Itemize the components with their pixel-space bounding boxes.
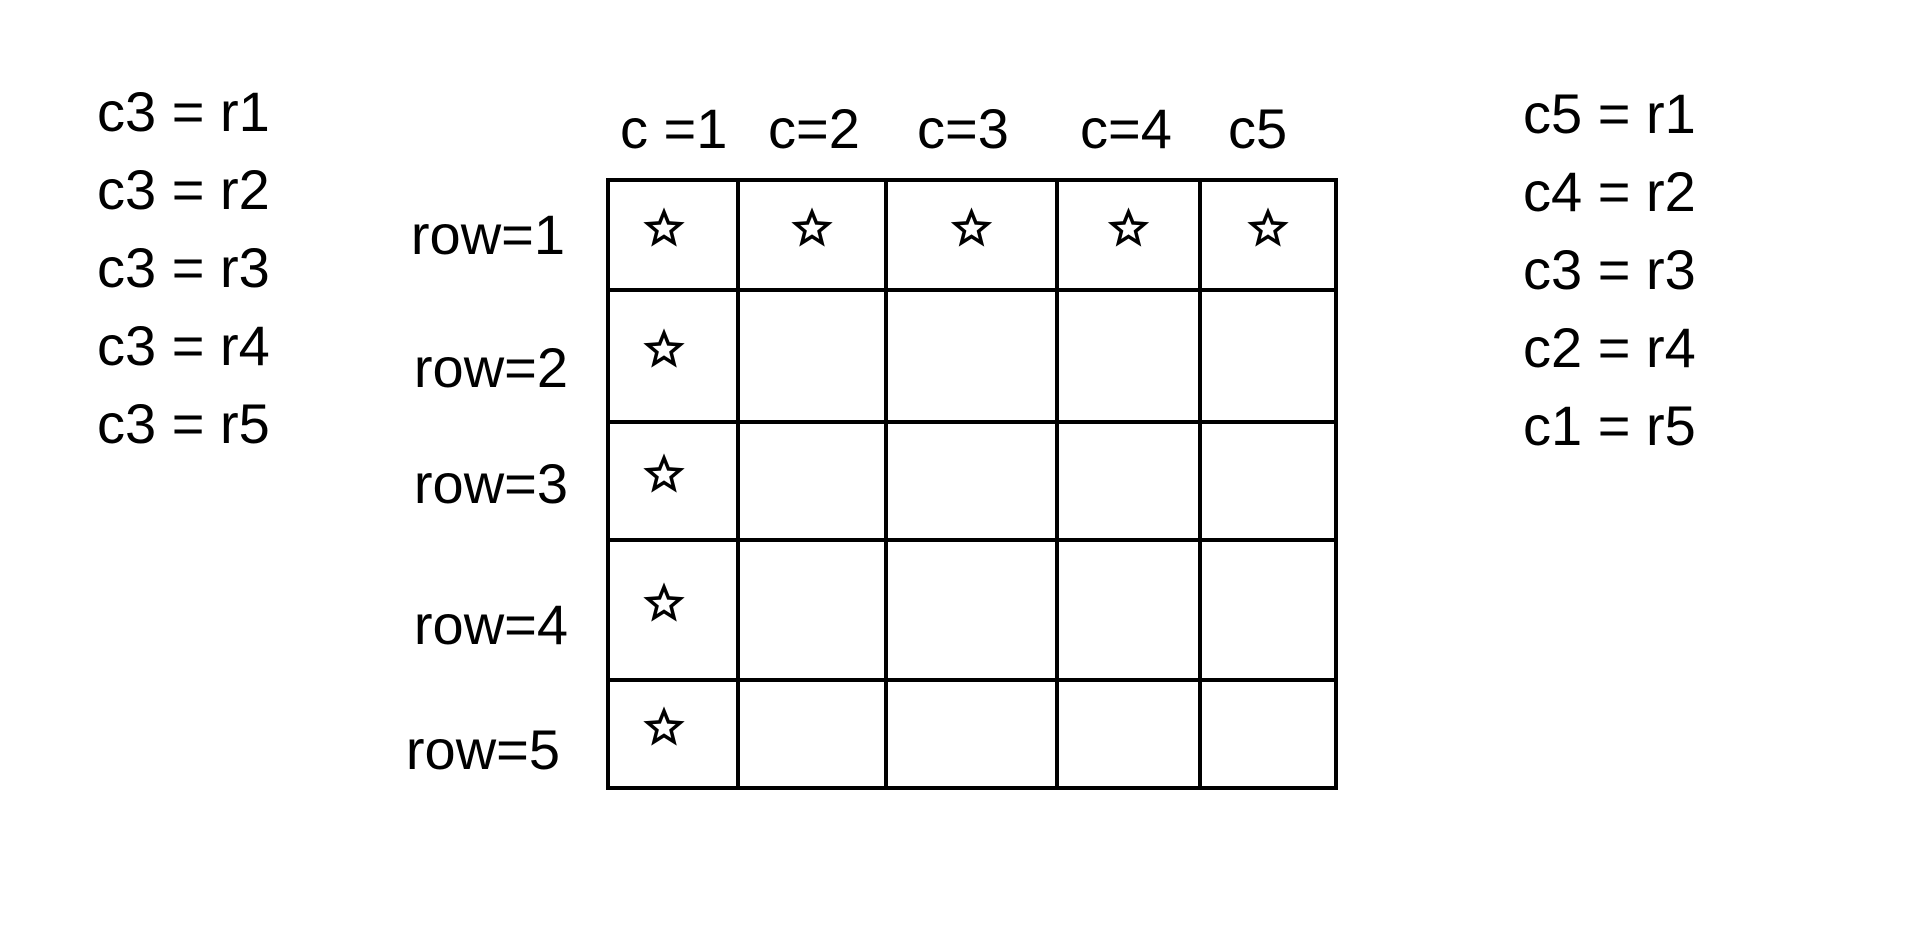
star-outline-icon [643,328,685,368]
star-outline-icon [643,207,685,247]
star-outline-icon [1247,207,1289,247]
star-outline-icon [643,453,685,493]
star-outline-icon [1107,207,1150,247]
grid-lines [606,178,1338,790]
star-outline-icon [950,207,993,247]
star-outline-icon [643,582,685,622]
star-outline-icon [643,706,685,746]
grid-diagram [606,178,1338,790]
star-outline-icon [791,207,833,247]
